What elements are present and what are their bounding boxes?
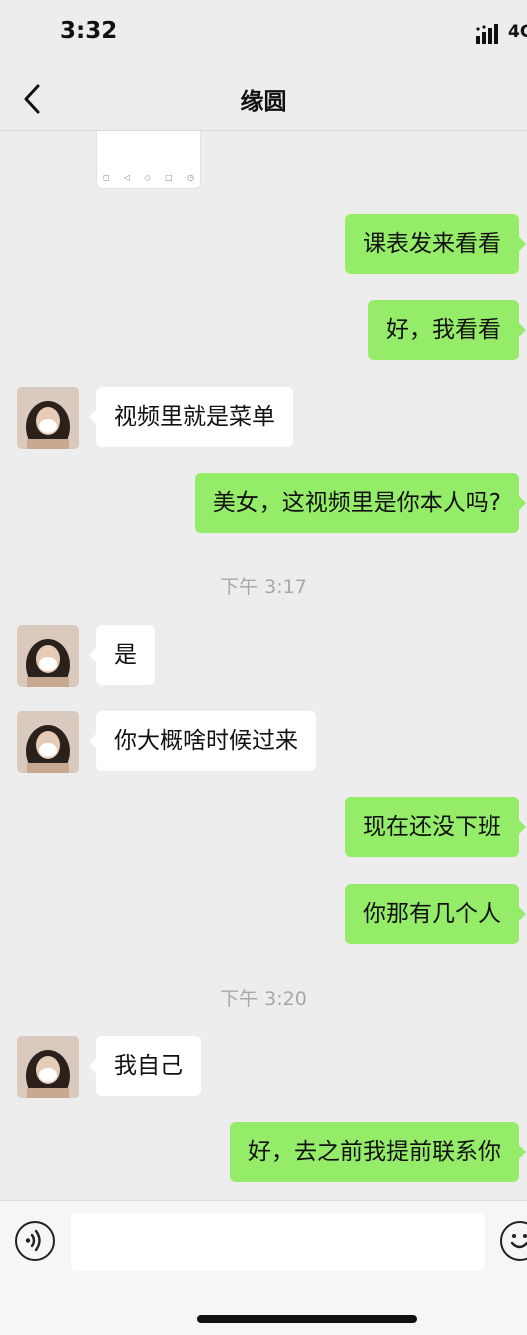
message-bubble-sent[interactable]: 好，去之前我提前联系你 <box>230 1122 526 1182</box>
chat-header: 缘圆 <box>0 68 527 131</box>
message-bubble-received[interactable]: 是 <box>89 625 155 685</box>
box-icon: ◇ <box>144 172 151 182</box>
emoji-button[interactable] <box>500 1221 527 1261</box>
image-toolbar: ◻ ◁ ◇ □ ◷ <box>103 170 194 184</box>
avatar-image <box>17 387 79 449</box>
timestamp: 下午 3:17 <box>220 576 307 598</box>
avatar-image <box>17 1036 79 1098</box>
message-bubble-received[interactable]: 我自己 <box>89 1036 201 1096</box>
back-icon: ◁ <box>124 172 131 182</box>
avatar-image <box>17 711 79 773</box>
message-bubble-sent[interactable]: 现在还没下班 <box>345 797 526 857</box>
network-type: 4G <box>508 22 527 42</box>
message-bubble-received[interactable]: 视频里就是菜单 <box>89 387 293 447</box>
timestamp: 下午 3:20 <box>220 988 307 1010</box>
input-bar <box>0 1200 527 1335</box>
message-bubble-sent[interactable]: 美女，这视频里是你本人吗? <box>194 473 527 533</box>
avatar[interactable] <box>17 1036 79 1098</box>
message-bubble-sent[interactable]: 你那有几个人 <box>345 884 526 944</box>
message-input[interactable] <box>71 1213 485 1271</box>
message-bubble-sent[interactable]: 好，我看看 <box>368 300 526 360</box>
voice-icon <box>25 1229 41 1252</box>
home-indicator[interactable] <box>197 1315 417 1323</box>
avatar[interactable] <box>17 387 79 449</box>
avatar[interactable] <box>17 711 79 773</box>
clock-icon: ◷ <box>187 172 194 182</box>
avatar[interactable] <box>17 625 79 687</box>
image-message[interactable]: ◻ ◁ ◇ □ ◷ <box>96 131 201 189</box>
signal-icon <box>476 24 498 44</box>
message-bubble-sent[interactable]: 课表发来看看 <box>345 214 526 274</box>
avatar-image <box>17 625 79 687</box>
share-icon: ◻ <box>103 172 110 182</box>
square-icon: □ <box>165 172 173 182</box>
voice-button[interactable] <box>15 1221 55 1261</box>
emoji-icon <box>510 1234 527 1249</box>
message-bubble-received[interactable]: 你大概啥时候过来 <box>89 711 316 771</box>
chat-title: 缘圆 <box>240 89 287 115</box>
status-bar: 3:32 4G <box>0 0 527 68</box>
status-time: 3:32 <box>60 18 118 44</box>
